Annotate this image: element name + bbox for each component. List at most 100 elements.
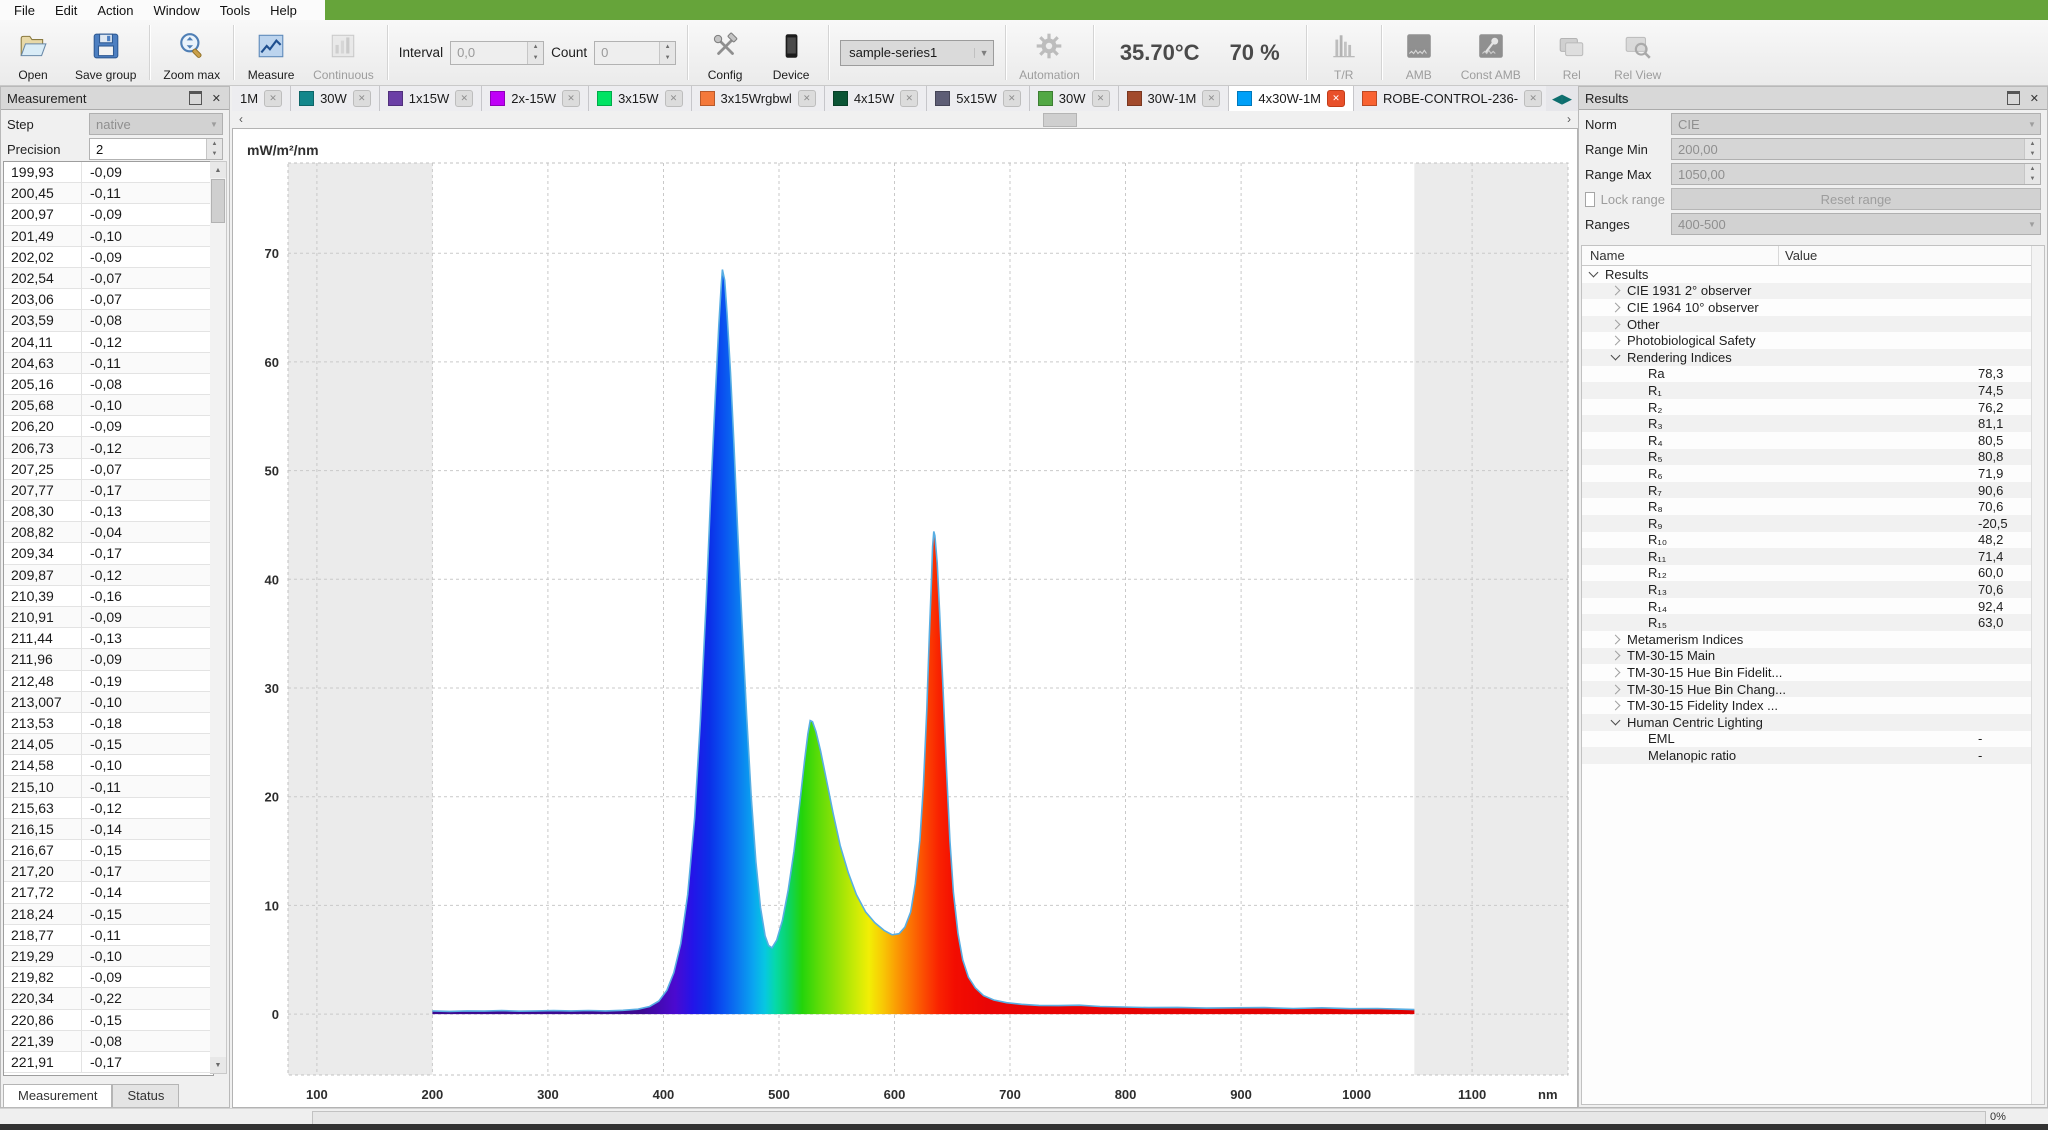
norm-select[interactable]: CIE ▼ (1671, 113, 2041, 135)
tab-close-icon[interactable]: ✕ (798, 90, 816, 107)
document-tab[interactable]: 30W✕ (291, 86, 380, 111)
measurement-row[interactable]: 210,91-0,09 (4, 607, 213, 628)
close-icon[interactable]: ✕ (2028, 92, 2041, 105)
scroll-right-icon[interactable]: › (1560, 112, 1578, 126)
measurement-row[interactable]: 213,53-0,18 (4, 713, 213, 734)
expand-icon[interactable] (1611, 684, 1621, 694)
range-min-input[interactable]: 200,00 ▲▼ (1671, 138, 2041, 160)
close-icon[interactable]: ✕ (210, 92, 223, 105)
tab-close-icon[interactable]: ✕ (264, 90, 282, 107)
automation-button[interactable]: Automation (1010, 20, 1089, 85)
rel-button[interactable]: Rel (1539, 20, 1605, 85)
tree-row[interactable]: CIE 1931 2° observer (1582, 283, 2044, 300)
scrollbar-track[interactable] (250, 111, 1560, 127)
measurement-table-scrollbar[interactable]: ▲ ▼ (210, 161, 227, 1074)
expand-icon[interactable] (1611, 668, 1621, 678)
tab-scroll-right-icon[interactable]: ▶ (1562, 92, 1572, 105)
tree-row[interactable]: Other (1582, 316, 2044, 333)
tree-row[interactable]: CIE 1964 10° observer (1582, 299, 2044, 316)
range-max-spinner[interactable]: ▲▼ (2024, 164, 2040, 184)
measure-button[interactable]: Measure (238, 20, 304, 85)
expand-icon[interactable] (1611, 634, 1621, 644)
measurement-row[interactable]: 210,39-0,16 (4, 586, 213, 607)
document-tab[interactable]: 2x-15W✕ (482, 86, 589, 111)
tab-close-icon[interactable]: ✕ (562, 90, 580, 107)
measurement-row[interactable]: 216,15-0,14 (4, 819, 213, 840)
measurement-row[interactable]: 205,16-0,08 (4, 374, 213, 395)
expand-icon[interactable] (1611, 286, 1621, 296)
results-tree-scrollbar[interactable] (2031, 246, 2044, 1104)
measurement-row[interactable]: 214,05-0,15 (4, 734, 213, 755)
measurement-row[interactable]: 211,96-0,09 (4, 649, 213, 670)
measurement-row[interactable]: 205,68-0,10 (4, 395, 213, 416)
measurement-row[interactable]: 217,20-0,17 (4, 861, 213, 882)
collapse-icon[interactable] (1589, 268, 1599, 278)
document-tab[interactable]: 3x15W✕ (589, 86, 691, 111)
tab-measurement[interactable]: Measurement (3, 1084, 112, 1107)
tab-close-icon[interactable]: ✕ (353, 90, 371, 107)
expand-icon[interactable] (1611, 319, 1621, 329)
measurement-row[interactable]: 214,58-0,10 (4, 755, 213, 776)
measurement-row[interactable]: 221,91-0,17 (4, 1052, 213, 1073)
tree-row[interactable]: R₄80,5 (1582, 432, 2044, 449)
ranges-select[interactable]: 400-500 ▼ (1671, 213, 2041, 235)
range-min-spinner[interactable]: ▲▼ (2024, 139, 2040, 159)
measurement-row[interactable]: 213,007-0,10 (4, 692, 213, 713)
measurement-row[interactable]: 220,86-0,15 (4, 1010, 213, 1031)
document-tab[interactable]: 30W-1M✕ (1119, 86, 1230, 111)
expand-icon[interactable] (1611, 651, 1621, 661)
tree-row[interactable]: R₁74,5 (1582, 382, 2044, 399)
document-tab[interactable]: 4x15W✕ (825, 86, 927, 111)
tree-row[interactable]: R₁₂60,0 (1582, 565, 2044, 582)
tree-row[interactable]: Human Centric Lighting (1582, 714, 2044, 731)
tree-row[interactable]: Results (1582, 266, 2044, 283)
menu-item-help[interactable]: Help (260, 2, 307, 19)
tree-row[interactable]: R₁₄92,4 (1582, 598, 2044, 615)
spectrum-chart[interactable]: 0102030405060701002003004005006007008009… (232, 128, 1578, 1108)
tree-row[interactable]: Ra78,3 (1582, 366, 2044, 383)
measurement-row[interactable]: 202,54-0,07 (4, 268, 213, 289)
measurement-row[interactable]: 204,11-0,12 (4, 332, 213, 353)
float-window-icon[interactable] (189, 91, 202, 105)
document-tab[interactable]: 1x15W✕ (380, 86, 482, 111)
measurement-row[interactable]: 216,67-0,15 (4, 840, 213, 861)
device-button[interactable]: Device (758, 20, 824, 85)
tab-close-icon[interactable]: ✕ (1092, 90, 1110, 107)
menu-item-tools[interactable]: Tools (210, 2, 260, 19)
scroll-down-icon[interactable]: ▼ (210, 1057, 226, 1073)
tr-button[interactable]: T/R (1311, 20, 1377, 85)
measurement-row[interactable]: 204,63-0,11 (4, 353, 213, 374)
tree-row[interactable]: R₉-20,5 (1582, 515, 2044, 532)
step-select[interactable]: native ▼ (89, 113, 223, 135)
tree-row[interactable]: R₁₀48,2 (1582, 532, 2044, 549)
measurement-row[interactable]: 208,82-0,04 (4, 522, 213, 543)
precision-input[interactable]: 2 ▲▼ (89, 138, 223, 160)
zoom-max-button[interactable]: Zoom max (154, 20, 229, 85)
menu-item-file[interactable]: File (4, 2, 45, 19)
tab-scroll-left-icon[interactable]: ◀ (1552, 92, 1562, 105)
count-input[interactable]: 0 ▲▼ (594, 41, 676, 65)
rel-view-button[interactable]: Rel View (1605, 20, 1671, 85)
scrollbar-thumb[interactable] (1043, 113, 1077, 127)
measurement-row[interactable]: 209,87-0,12 (4, 565, 213, 586)
expand-icon[interactable] (1611, 336, 1621, 346)
measurement-row[interactable]: 215,10-0,11 (4, 776, 213, 797)
open-button[interactable]: Open (0, 20, 66, 85)
measurement-row[interactable]: 199,93-0,09 (4, 162, 213, 183)
tree-row[interactable]: R₁₅63,0 (1582, 614, 2044, 631)
measurement-row[interactable]: 200,45-0,11 (4, 183, 213, 204)
tree-row[interactable]: R₁₃70,6 (1582, 581, 2044, 598)
tree-row[interactable]: R₈70,6 (1582, 498, 2044, 515)
measurement-row[interactable]: 209,34-0,17 (4, 543, 213, 564)
document-tab[interactable]: 1M✕ (232, 86, 291, 111)
lock-range-checkbox[interactable] (1585, 192, 1595, 207)
range-max-input[interactable]: 1050,00 ▲▼ (1671, 163, 2041, 185)
amb-button[interactable]: AMB (1386, 20, 1452, 85)
tree-row[interactable]: R₅80,8 (1582, 449, 2044, 466)
expand-icon[interactable] (1611, 701, 1621, 711)
precision-spinner[interactable]: ▲▼ (206, 139, 222, 159)
count-spinner[interactable]: ▲▼ (659, 42, 675, 64)
tree-row[interactable]: Photobiological Safety (1582, 332, 2044, 349)
tab-scroll-buttons[interactable]: ◀ ▶ (1546, 86, 1578, 111)
reset-range-button[interactable]: Reset range (1671, 188, 2041, 210)
